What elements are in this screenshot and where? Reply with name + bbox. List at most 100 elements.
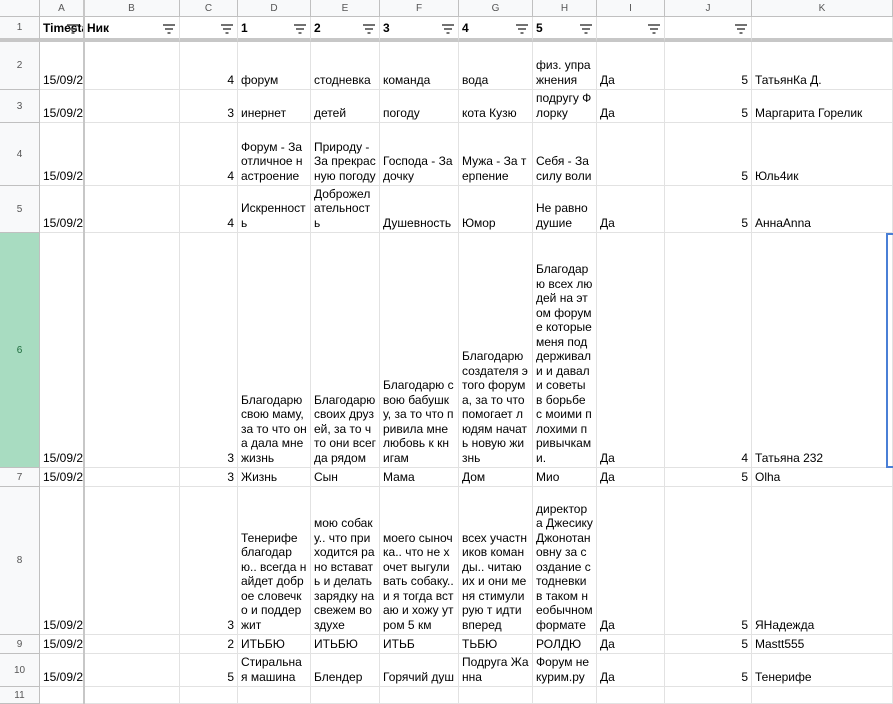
cell-h6[interactable]: Благодарю всех людей на этом форуме кото… — [533, 233, 597, 468]
cell-c3[interactable]: 3 — [180, 90, 238, 123]
cell-e7[interactable]: Сын — [311, 468, 380, 487]
cell-d8[interactable]: Тенерифе благодарю.. всегда найдет добро… — [238, 487, 311, 635]
cell-i3[interactable]: Да — [597, 90, 665, 123]
row-header-6[interactable]: 6 — [0, 233, 40, 468]
frozen-column-divider[interactable] — [83, 0, 85, 704]
header-cell-a[interactable]: Timestamp — [40, 17, 84, 42]
cell-c2[interactable]: 4 — [180, 42, 238, 90]
header-cell-d[interactable]: 1 — [238, 17, 311, 42]
row-header-8[interactable]: 8 — [0, 487, 40, 635]
row-header-7[interactable]: 7 — [0, 468, 40, 487]
filter-icon[interactable] — [516, 23, 528, 34]
cell-c6[interactable]: 3 — [180, 233, 238, 468]
cell-h9[interactable]: РОЛДЮ — [533, 635, 597, 654]
cell-e10[interactable]: Блендер — [311, 654, 380, 687]
cell-c4[interactable]: 4 — [180, 123, 238, 186]
cell-e6[interactable]: Благодарю своих друзей, за то что они вс… — [311, 233, 380, 468]
cell-k10[interactable]: Тенерифе — [752, 654, 893, 687]
filter-icon[interactable] — [294, 23, 306, 34]
cell-f3[interactable]: погоду — [380, 90, 459, 123]
cell-h8[interactable]: директора Джесику Джонотановну за создан… — [533, 487, 597, 635]
cell-i6[interactable]: Да — [597, 233, 665, 468]
row-header-5[interactable]: 5 — [0, 186, 40, 233]
cell-g8[interactable]: всех участников команды.. читаю их и они… — [459, 487, 533, 635]
cell-g10[interactable]: Подруга Жанна — [459, 654, 533, 687]
header-cell-j[interactable] — [665, 17, 752, 42]
cell-g2[interactable]: вода — [459, 42, 533, 90]
cell-b3[interactable] — [84, 90, 180, 123]
cell-k6[interactable]: Татьяна 232 — [752, 233, 893, 468]
cell-h4[interactable]: Себя - За силу воли — [533, 123, 597, 186]
cell-i8[interactable]: Да — [597, 487, 665, 635]
cell-a5[interactable]: 15/09/2 — [40, 186, 84, 233]
cell-i11[interactable] — [597, 687, 665, 704]
column-header-d[interactable]: D — [238, 0, 311, 17]
cell-k11[interactable] — [752, 687, 893, 704]
column-header-j[interactable]: J — [665, 0, 752, 17]
cell-b7[interactable] — [84, 468, 180, 487]
cell-f10[interactable]: Горячий душ — [380, 654, 459, 687]
row-header-4[interactable]: 4 — [0, 123, 40, 186]
cell-j5[interactable]: 5 — [665, 186, 752, 233]
filter-icon[interactable] — [735, 23, 747, 34]
cell-e3[interactable]: детей — [311, 90, 380, 123]
filter-icon[interactable] — [580, 23, 592, 34]
cell-i9[interactable]: Да — [597, 635, 665, 654]
cell-k7[interactable]: Olha — [752, 468, 893, 487]
cell-d10[interactable]: Стиральная машина — [238, 654, 311, 687]
cell-c5[interactable]: 4 — [180, 186, 238, 233]
cell-e5[interactable]: Доброжелательность — [311, 186, 380, 233]
cell-d4[interactable]: Форум - За отличное настроение — [238, 123, 311, 186]
cell-h11[interactable] — [533, 687, 597, 704]
cell-h5[interactable]: Не равнодушие — [533, 186, 597, 233]
row-header-3[interactable]: 3 — [0, 90, 40, 123]
cell-e11[interactable] — [311, 687, 380, 704]
header-cell-b[interactable]: Ник — [84, 17, 180, 42]
cell-k3[interactable]: Маргарита Горелик — [752, 90, 893, 123]
cell-b4[interactable] — [84, 123, 180, 186]
cell-d6[interactable]: Благодарю свою маму, за то что она дала … — [238, 233, 311, 468]
cell-c10[interactable]: 5 — [180, 654, 238, 687]
cell-a2[interactable]: 15/09/2 — [40, 42, 84, 90]
cell-d7[interactable]: Жизнь — [238, 468, 311, 487]
row-header-9[interactable]: 9 — [0, 635, 40, 654]
cell-h10[interactable]: Форум не курим.ру — [533, 654, 597, 687]
cell-g3[interactable]: кота Кузю — [459, 90, 533, 123]
cell-j6[interactable]: 4 — [665, 233, 752, 468]
cell-b8[interactable] — [84, 487, 180, 635]
cell-k8[interactable]: ЯНадежда — [752, 487, 893, 635]
cell-e8[interactable]: мою собаку.. что приходится рано встават… — [311, 487, 380, 635]
cell-a7[interactable]: 15/09/2 — [40, 468, 84, 487]
cell-d2[interactable]: форум — [238, 42, 311, 90]
cell-a6[interactable]: 15/09/2 — [40, 233, 84, 468]
cell-i2[interactable]: Да — [597, 42, 665, 90]
cell-h2[interactable]: физ. упражнения — [533, 42, 597, 90]
cell-a3[interactable]: 15/09/2 — [40, 90, 84, 123]
header-cell-k[interactable] — [752, 17, 893, 42]
cell-g6[interactable]: Благодарю создателя этого форума, за то … — [459, 233, 533, 468]
cell-f11[interactable] — [380, 687, 459, 704]
cell-k2[interactable]: ТатьянКа Д. — [752, 42, 893, 90]
cell-h3[interactable]: подругу Флорку — [533, 90, 597, 123]
cell-i5[interactable]: Да — [597, 186, 665, 233]
cell-k4[interactable]: Юль4ик — [752, 123, 893, 186]
cell-g5[interactable]: Юмор — [459, 186, 533, 233]
column-header-i[interactable]: I — [597, 0, 665, 17]
column-header-h[interactable]: H — [533, 0, 597, 17]
cell-d5[interactable]: Искренность — [238, 186, 311, 233]
cell-f2[interactable]: команда — [380, 42, 459, 90]
column-header-e[interactable]: E — [311, 0, 380, 17]
cell-b2[interactable] — [84, 42, 180, 90]
column-header-c[interactable]: C — [180, 0, 238, 17]
cell-i4[interactable] — [597, 123, 665, 186]
cell-a11[interactable] — [40, 687, 84, 704]
row-header-2[interactable]: 2 — [0, 42, 40, 90]
cell-e4[interactable]: Природу - За прекрасную погоду — [311, 123, 380, 186]
filter-icon[interactable] — [442, 23, 454, 34]
cell-j3[interactable]: 5 — [665, 90, 752, 123]
cell-j10[interactable]: 5 — [665, 654, 752, 687]
cell-g9[interactable]: ТЬБЮ — [459, 635, 533, 654]
filter-icon[interactable] — [67, 23, 79, 34]
cell-k9[interactable]: Mastt555 — [752, 635, 893, 654]
cell-b11[interactable] — [84, 687, 180, 704]
